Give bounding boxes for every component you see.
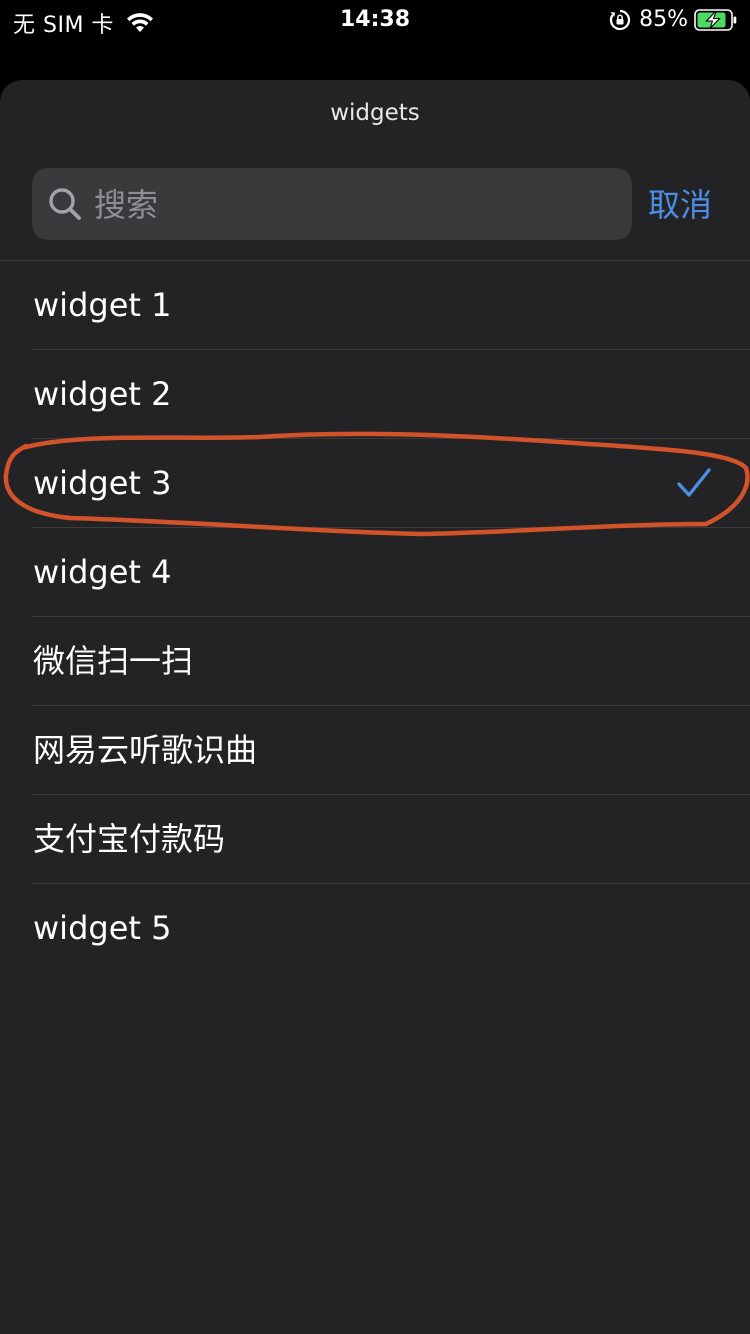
search-icon <box>49 188 81 220</box>
list-item-label: widget 3 <box>33 464 172 502</box>
battery-charging-icon <box>694 8 737 31</box>
list-item[interactable]: widget 2 <box>0 350 750 439</box>
sheet-title: widgets <box>330 100 420 126</box>
list-item[interactable]: widget 1 <box>0 261 750 350</box>
list-item[interactable]: widget 5 <box>0 884 750 973</box>
cancel-button[interactable]: 取消 <box>648 180 712 226</box>
battery-percent: 85% <box>639 7 688 32</box>
list-item-label: 微信扫一扫 <box>33 642 194 680</box>
list-item-label: widget 5 <box>33 909 172 947</box>
widget-picker-sheet: widgets 取消 widget 1 widget 2 widget 3 wi… <box>0 80 750 1334</box>
status-right: 85% <box>609 7 738 32</box>
status-bar: 无 SIM 卡 14:38 85% <box>0 0 750 40</box>
list-item-label: widget 2 <box>33 375 172 413</box>
list-item[interactable]: 支付宝付款码 <box>0 795 750 884</box>
list-item-label: 支付宝付款码 <box>33 820 226 858</box>
list-item-label: 网易云听歌识曲 <box>33 731 258 769</box>
search-field[interactable] <box>32 168 632 242</box>
widget-list: widget 1 widget 2 widget 3 widget 4 微信扫一… <box>0 261 750 973</box>
list-item-label: widget 1 <box>33 286 172 324</box>
list-item-label: widget 4 <box>33 553 172 591</box>
checkmark-icon <box>677 468 711 497</box>
list-item-selected[interactable]: widget 3 <box>0 439 750 528</box>
list-item[interactable]: widget 4 <box>0 528 750 617</box>
rotation-lock-icon <box>609 9 631 30</box>
list-item[interactable]: 微信扫一扫 <box>0 617 750 706</box>
search-input[interactable] <box>92 168 616 242</box>
list-item[interactable]: 网易云听歌识曲 <box>0 706 750 795</box>
